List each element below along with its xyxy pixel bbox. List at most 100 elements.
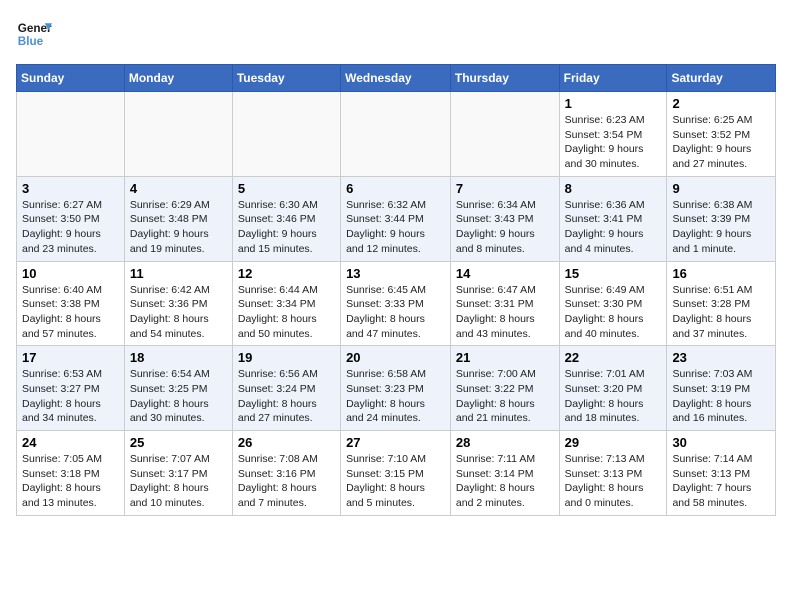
day-detail: Sunrise: 7:14 AM Sunset: 3:13 PM Dayligh… [672, 452, 770, 511]
day-number: 29 [565, 435, 662, 450]
calendar-cell: 4 Sunrise: 6:29 AM Sunset: 3:48 PM Daylig… [124, 176, 232, 261]
calendar-cell: 10 Sunrise: 6:40 AM Sunset: 3:38 PM Dayli… [17, 261, 125, 346]
day-number: 30 [672, 435, 770, 450]
day-number: 12 [238, 266, 335, 281]
day-detail: Sunrise: 6:23 AM Sunset: 3:54 PM Dayligh… [565, 113, 662, 172]
calendar-cell [341, 92, 451, 177]
day-number: 2 [672, 96, 770, 111]
calendar-cell: 25Sunrise: 7:07 AM Sunset: 3:17 PM Dayli… [124, 431, 232, 516]
day-detail: Sunrise: 6:56 AM Sunset: 3:24 PM Dayligh… [238, 367, 335, 426]
day-detail: Sunrise: 7:11 AM Sunset: 3:14 PM Dayligh… [456, 452, 554, 511]
day-detail: Sunrise: 7:00 AM Sunset: 3:22 PM Dayligh… [456, 367, 554, 426]
day-number: 5 [238, 181, 335, 196]
day-number: 10 [22, 266, 119, 281]
calendar-cell: 26 Sunrise: 7:08 AM Sunset: 3:16 PM Dayli… [232, 431, 340, 516]
calendar-cell: 7 Sunrise: 6:34 AM Sunset: 3:43 PM Daylig… [450, 176, 559, 261]
day-detail: Sunrise: 7:13 AM Sunset: 3:13 PM Dayligh… [565, 452, 662, 511]
day-detail: Sunrise: 6:49 AM Sunset: 3:30 PM Dayligh… [565, 283, 662, 342]
calendar-cell: 8 Sunrise: 6:36 AM Sunset: 3:41 PM Daylig… [559, 176, 667, 261]
day-number: 8 [565, 181, 662, 196]
day-detail: Sunrise: 7:03 AM Sunset: 3:19 PM Dayligh… [672, 367, 770, 426]
weekday-header: Monday [124, 65, 232, 92]
day-number: 22 [565, 350, 662, 365]
weekday-header: Sunday [17, 65, 125, 92]
day-detail: Sunrise: 6:27 AM Sunset: 3:50 PM Dayligh… [22, 198, 119, 257]
calendar-cell [17, 92, 125, 177]
weekday-header: Saturday [667, 65, 776, 92]
day-detail: Sunrise: 7:10 AM Sunset: 3:15 PM Dayligh… [346, 452, 445, 511]
day-detail: Sunrise: 6:25 AM Sunset: 3:52 PM Dayligh… [672, 113, 770, 172]
calendar-cell: 23 Sunrise: 7:03 AM Sunset: 3:19 PM Dayli… [667, 346, 776, 431]
day-number: 17 [22, 350, 119, 365]
logo: General Blue [16, 16, 52, 52]
day-number: 25 [130, 435, 227, 450]
calendar-cell: 14 Sunrise: 6:47 AM Sunset: 3:31 PM Dayli… [450, 261, 559, 346]
day-detail: Sunrise: 6:34 AM Sunset: 3:43 PM Dayligh… [456, 198, 554, 257]
day-number: 7 [456, 181, 554, 196]
page-header: General Blue [16, 16, 776, 52]
day-detail: Sunrise: 7:01 AM Sunset: 3:20 PM Dayligh… [565, 367, 662, 426]
weekday-header: Tuesday [232, 65, 340, 92]
day-number: 27 [346, 435, 445, 450]
calendar-cell: 27 Sunrise: 7:10 AM Sunset: 3:15 PM Dayli… [341, 431, 451, 516]
day-detail: Sunrise: 6:44 AM Sunset: 3:34 PM Dayligh… [238, 283, 335, 342]
day-detail: Sunrise: 6:29 AM Sunset: 3:48 PM Dayligh… [130, 198, 227, 257]
calendar-cell: 17 Sunrise: 6:53 AM Sunset: 3:27 PM Dayli… [17, 346, 125, 431]
day-number: 11 [130, 266, 227, 281]
calendar-cell: 22 Sunrise: 7:01 AM Sunset: 3:20 PM Dayli… [559, 346, 667, 431]
day-number: 21 [456, 350, 554, 365]
calendar-cell: 1 Sunrise: 6:23 AM Sunset: 3:54 PM Daylig… [559, 92, 667, 177]
calendar-cell: 24 Sunrise: 7:05 AM Sunset: 3:18 PM Dayli… [17, 431, 125, 516]
day-number: 26 [238, 435, 335, 450]
calendar-cell: 19 Sunrise: 6:56 AM Sunset: 3:24 PM Dayli… [232, 346, 340, 431]
svg-text:Blue: Blue [18, 35, 44, 48]
calendar-cell: 13 Sunrise: 6:45 AM Sunset: 3:33 PM Dayli… [341, 261, 451, 346]
day-number: 23 [672, 350, 770, 365]
day-number: 28 [456, 435, 554, 450]
calendar-cell: 6 Sunrise: 6:32 AM Sunset: 3:44 PM Daylig… [341, 176, 451, 261]
calendar-cell: 2 Sunrise: 6:25 AM Sunset: 3:52 PM Daylig… [667, 92, 776, 177]
calendar-cell: 16Sunrise: 6:51 AM Sunset: 3:28 PM Dayli… [667, 261, 776, 346]
day-number: 20 [346, 350, 445, 365]
calendar-cell: 30 Sunrise: 7:14 AM Sunset: 3:13 PM Dayli… [667, 431, 776, 516]
calendar-cell: 15 Sunrise: 6:49 AM Sunset: 3:30 PM Dayli… [559, 261, 667, 346]
calendar-cell [450, 92, 559, 177]
calendar-cell: 11 Sunrise: 6:42 AM Sunset: 3:36 PM Dayli… [124, 261, 232, 346]
calendar-table: SundayMondayTuesdayWednesdayThursdayFrid… [16, 64, 776, 516]
day-number: 6 [346, 181, 445, 196]
day-detail: Sunrise: 6:58 AM Sunset: 3:23 PM Dayligh… [346, 367, 445, 426]
day-number: 19 [238, 350, 335, 365]
calendar-cell: 29 Sunrise: 7:13 AM Sunset: 3:13 PM Dayli… [559, 431, 667, 516]
calendar-cell: 3 Sunrise: 6:27 AM Sunset: 3:50 PM Daylig… [17, 176, 125, 261]
calendar-cell: 18Sunrise: 6:54 AM Sunset: 3:25 PM Dayli… [124, 346, 232, 431]
calendar-cell: 20 Sunrise: 6:58 AM Sunset: 3:23 PM Dayli… [341, 346, 451, 431]
day-number: 13 [346, 266, 445, 281]
day-detail: Sunrise: 6:30 AM Sunset: 3:46 PM Dayligh… [238, 198, 335, 257]
weekday-header: Friday [559, 65, 667, 92]
calendar-cell: 12 Sunrise: 6:44 AM Sunset: 3:34 PM Dayli… [232, 261, 340, 346]
calendar-cell: 21 Sunrise: 7:00 AM Sunset: 3:22 PM Dayli… [450, 346, 559, 431]
weekday-header: Wednesday [341, 65, 451, 92]
logo-icon: General Blue [16, 16, 52, 52]
calendar-cell: 28 Sunrise: 7:11 AM Sunset: 3:14 PM Dayli… [450, 431, 559, 516]
day-number: 1 [565, 96, 662, 111]
day-detail: Sunrise: 6:53 AM Sunset: 3:27 PM Dayligh… [22, 367, 119, 426]
day-detail: Sunrise: 6:38 AM Sunset: 3:39 PM Dayligh… [672, 198, 770, 257]
day-number: 4 [130, 181, 227, 196]
weekday-header: Thursday [450, 65, 559, 92]
day-detail: Sunrise: 7:08 AM Sunset: 3:16 PM Dayligh… [238, 452, 335, 511]
day-detail: Sunrise: 6:32 AM Sunset: 3:44 PM Dayligh… [346, 198, 445, 257]
day-number: 15 [565, 266, 662, 281]
day-detail: Sunrise: 6:54 AM Sunset: 3:25 PM Dayligh… [130, 367, 227, 426]
day-number: 14 [456, 266, 554, 281]
day-detail: Sunrise: 6:45 AM Sunset: 3:33 PM Dayligh… [346, 283, 445, 342]
day-detail: Sunrise: 7:05 AM Sunset: 3:18 PM Dayligh… [22, 452, 119, 511]
day-number: 3 [22, 181, 119, 196]
calendar-cell: 9Sunrise: 6:38 AM Sunset: 3:39 PM Daylig… [667, 176, 776, 261]
day-detail: Sunrise: 6:40 AM Sunset: 3:38 PM Dayligh… [22, 283, 119, 342]
day-number: 24 [22, 435, 119, 450]
day-detail: Sunrise: 6:42 AM Sunset: 3:36 PM Dayligh… [130, 283, 227, 342]
day-detail: Sunrise: 6:47 AM Sunset: 3:31 PM Dayligh… [456, 283, 554, 342]
day-detail: Sunrise: 6:51 AM Sunset: 3:28 PM Dayligh… [672, 283, 770, 342]
day-detail: Sunrise: 6:36 AM Sunset: 3:41 PM Dayligh… [565, 198, 662, 257]
